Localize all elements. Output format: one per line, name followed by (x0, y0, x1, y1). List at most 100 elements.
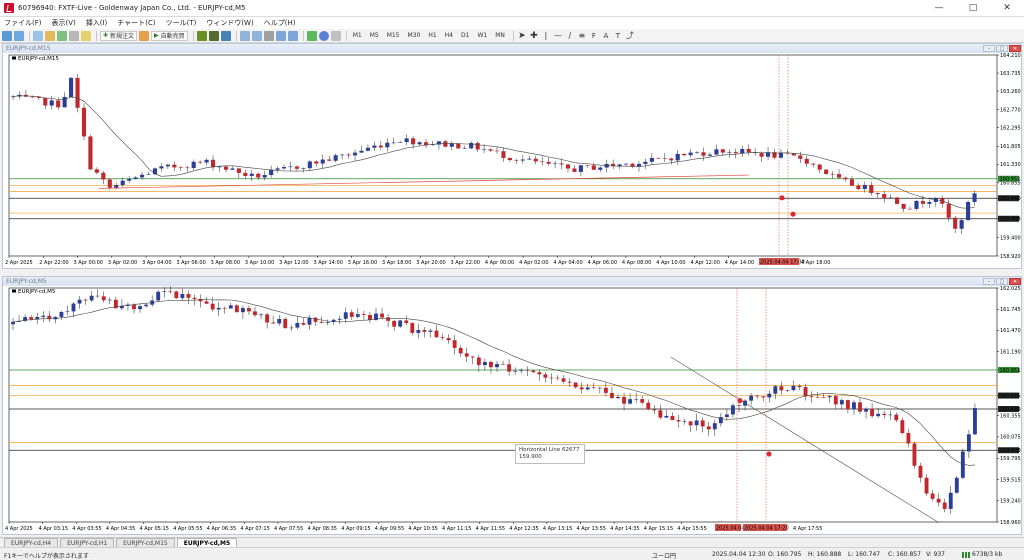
timeframe-d1[interactable]: D1 (458, 31, 472, 41)
new-chart-icon[interactable] (2, 30, 12, 41)
x-axis-label: 4 Apr 14:35 (610, 526, 639, 532)
candle (553, 163, 558, 165)
chart-window-m5[interactable]: EURJPY-cd,M5 – □ ✕ 162.025 161.745 161.470… (2, 276, 1022, 535)
metaeditor-icon[interactable] (139, 30, 150, 41)
fibonacci-icon[interactable]: F (589, 31, 599, 41)
profiles-icon[interactable] (14, 30, 24, 41)
market-watch-icon[interactable] (33, 30, 43, 41)
minimize-button[interactable]: — (922, 0, 956, 17)
title-bar: 60796940: FXTF-Live - Goldenway Japan Co… (0, 0, 1024, 17)
chart-minimize-button[interactable]: – (983, 278, 995, 285)
line-chart-icon[interactable] (220, 30, 231, 41)
indicators-icon[interactable] (306, 30, 317, 41)
candle (675, 153, 680, 161)
candle (417, 142, 422, 145)
menu-chart[interactable]: チャート(C) (117, 18, 155, 28)
chart-shift-icon[interactable] (287, 30, 298, 41)
candle (489, 361, 493, 368)
new-order-button[interactable]: ✚ 新規注文 (100, 30, 138, 41)
strategy-tester-icon[interactable] (81, 30, 91, 41)
navigator-icon[interactable] (57, 30, 67, 41)
chart-restore-button[interactable]: □ (996, 278, 1008, 285)
x-axis-last-label: 4 Apr 18:00 (801, 260, 830, 266)
maximize-button[interactable]: □ (956, 0, 990, 17)
x-axis-label: 4 Apr 09:55 (375, 526, 404, 532)
zoom-out-icon[interactable] (251, 30, 262, 41)
zoom-in-icon[interactable] (239, 30, 250, 41)
timeframe-h1[interactable]: H1 (425, 31, 439, 41)
candle (767, 393, 772, 398)
timeframe-mn[interactable]: MN (492, 31, 508, 41)
toolbar: ✚ 新規注文 ▶ 自動売買 M1 M5 M15 M30 H1 H4 D1 W1 MN… (0, 29, 1024, 43)
menu-insert[interactable]: 挿入(I) (86, 18, 108, 28)
candle (191, 161, 196, 169)
signal-dot (790, 211, 796, 217)
menu-file[interactable]: ファイル(F) (4, 18, 42, 28)
chart-m5-plot[interactable]: 162.025 161.745 161.470 161.190 160.951 160.6… (3, 286, 1021, 534)
periods-icon[interactable] (318, 30, 329, 41)
timeframe-m15[interactable]: M15 (384, 31, 403, 41)
timeframe-h4[interactable]: H4 (442, 31, 456, 41)
terminal-icon[interactable] (69, 30, 79, 41)
symbol-label: EURJPY-cd,M5 (18, 289, 56, 295)
x-axis-label: 3 Apr 10:00 (245, 260, 274, 266)
x-axis-label: 4 Apr 02:00 (519, 260, 548, 266)
candle (514, 160, 519, 161)
tab-eurjpy-h4[interactable]: EURJPY-cd,H4 (4, 538, 59, 547)
candle (809, 396, 814, 398)
candlestick-icon[interactable] (208, 30, 219, 41)
candle (798, 155, 803, 159)
chart-m15-plot[interactable]: 164.210 163.735 163.260 162.770 162.295 161.8… (3, 53, 1021, 268)
menu-view[interactable]: 表示(V) (52, 18, 76, 28)
candle (565, 164, 571, 169)
menu-window[interactable]: ウィンドウ(W) (206, 18, 253, 28)
chart-minimize-button[interactable]: – (983, 45, 995, 52)
timeframe-w1[interactable]: W1 (474, 31, 490, 41)
close-button[interactable]: ✕ (990, 0, 1024, 17)
candle (398, 320, 403, 327)
toolbar-separator (512, 30, 514, 41)
x-axis-last-label: 4 Apr 17:55 (793, 526, 822, 532)
menu-tools[interactable]: ツール(T) (166, 18, 197, 28)
vertical-line-icon[interactable]: | (541, 31, 551, 41)
timeframe-m5[interactable]: M5 (367, 31, 382, 41)
price-label: 160.440 (1000, 196, 1021, 202)
candle (343, 312, 348, 319)
crosshair-icon[interactable]: ✚ (529, 31, 539, 41)
text-icon[interactable]: A (601, 31, 611, 41)
price-label: 160.440 (1000, 407, 1021, 413)
data-window-icon[interactable] (45, 30, 55, 41)
signal-dot (779, 195, 785, 201)
chart-window-m15[interactable]: EURJPY-cd,M15 – □ ✕ 164.210 163.735 163.26… (2, 43, 1022, 269)
chart-close-button[interactable]: ✕ (1009, 278, 1021, 285)
candle (174, 291, 179, 299)
tab-eurjpy-h1[interactable]: EURJPY-cd,H1 (60, 538, 115, 547)
candle (11, 321, 15, 325)
y-axis-label: 159.240 (1000, 498, 1021, 504)
candle (682, 153, 687, 156)
candle (228, 305, 233, 309)
arrows-icon[interactable]: ⤴ (625, 31, 635, 41)
autoscroll-icon[interactable] (275, 30, 286, 41)
timeframe-m1[interactable]: M1 (350, 31, 365, 41)
menu-help[interactable]: ヘルプ(H) (264, 18, 296, 28)
chart-close-button[interactable]: ✕ (1009, 45, 1021, 52)
tile-windows-icon[interactable] (263, 30, 274, 41)
auto-trading-button[interactable]: ▶ 自動売買 (151, 30, 188, 41)
tab-eurjpy-m5[interactable]: EURJPY-cd,M5 (176, 538, 238, 547)
cursor-icon[interactable]: ➤ (517, 31, 527, 41)
label-icon[interactable]: T (613, 31, 623, 41)
timeframe-m30[interactable]: M30 (405, 31, 424, 41)
bar-chart-icon[interactable] (196, 30, 207, 41)
templates-icon[interactable] (330, 30, 341, 41)
x-axis-label: 3 Apr 18:00 (382, 260, 411, 266)
x-axis-label: 4 Apr 14:00 (725, 260, 754, 266)
trendline-icon[interactable]: ∕ (565, 31, 575, 41)
candle (870, 408, 875, 417)
candle (256, 173, 261, 178)
horizontal-line-icon[interactable]: — (553, 31, 563, 41)
tab-eurjpy-m15[interactable]: EURJPY-cd,M15 (116, 538, 175, 547)
candle (210, 159, 216, 168)
chart-restore-button[interactable]: □ (996, 45, 1008, 52)
channel-icon[interactable]: ≡ (577, 31, 587, 41)
